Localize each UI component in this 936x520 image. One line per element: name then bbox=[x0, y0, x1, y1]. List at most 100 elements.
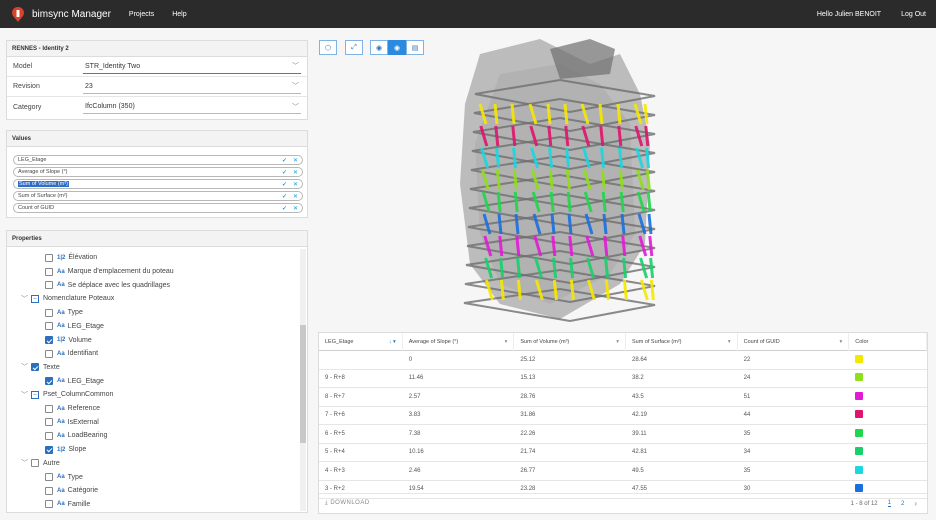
cube-view-button[interactable]: ⬡ bbox=[319, 40, 337, 55]
column-element[interactable] bbox=[499, 257, 505, 279]
chevron-down-icon[interactable]: ﹀ bbox=[21, 294, 31, 304]
table-row[interactable]: 0 25.12 28.64 22 bbox=[319, 351, 927, 370]
checkbox[interactable] bbox=[45, 267, 53, 276]
chevron-down-icon[interactable]: ﹀ bbox=[21, 362, 31, 372]
column-element[interactable] bbox=[516, 279, 522, 301]
checkbox[interactable] bbox=[45, 377, 53, 386]
column-element[interactable] bbox=[621, 235, 627, 257]
column-element[interactable] bbox=[649, 257, 655, 279]
model-select[interactable]: STR_Identity Two ﹀ bbox=[83, 60, 301, 74]
nav-help[interactable]: Help bbox=[172, 11, 186, 18]
property-item[interactable]: Aa Type bbox=[7, 470, 83, 484]
column-element[interactable] bbox=[649, 279, 655, 301]
column-element[interactable] bbox=[619, 191, 625, 213]
color-swatch[interactable] bbox=[855, 465, 864, 474]
property-item[interactable]: Aa Se déplace avec les quadrillages bbox=[7, 278, 170, 292]
checkbox[interactable] bbox=[45, 500, 53, 509]
column-element[interactable] bbox=[548, 147, 554, 169]
table-row[interactable]: 9 - R+8 11.46 15.13 38.2 24 bbox=[319, 370, 927, 388]
checkbox[interactable] bbox=[45, 445, 53, 454]
column-element[interactable] bbox=[645, 169, 651, 191]
checkbox[interactable] bbox=[45, 336, 53, 345]
column-header[interactable]: Color bbox=[849, 332, 927, 351]
fullscreen-button[interactable]: ⤢ bbox=[345, 40, 363, 55]
checkbox[interactable] bbox=[31, 363, 39, 372]
checkbox[interactable] bbox=[31, 459, 39, 468]
column-element[interactable] bbox=[497, 213, 503, 235]
column-element[interactable] bbox=[552, 279, 558, 301]
column-element[interactable] bbox=[565, 147, 571, 169]
color-swatch[interactable] bbox=[855, 410, 864, 419]
checkbox[interactable] bbox=[45, 418, 53, 427]
check-icon[interactable]: ✓ bbox=[282, 157, 287, 164]
filter-icon[interactable]: ▾ bbox=[839, 339, 842, 345]
column-element[interactable] bbox=[495, 147, 501, 169]
property-item[interactable]: Aa LEG_Etage bbox=[7, 320, 104, 334]
chevron-down-icon[interactable]: ﹀ bbox=[21, 390, 31, 400]
app-brand[interactable]: bimsync Manager bbox=[32, 9, 111, 20]
column-element[interactable] bbox=[515, 235, 521, 257]
scrollbar-thumb[interactable] bbox=[300, 325, 306, 443]
property-group[interactable]: ﹀ – Pset_ColumnCommon bbox=[7, 388, 113, 402]
column-element[interactable] bbox=[617, 125, 623, 147]
column-element[interactable] bbox=[568, 235, 574, 257]
column-element[interactable] bbox=[547, 125, 553, 147]
column-element[interactable] bbox=[620, 213, 626, 235]
partial-checkbox-icon[interactable]: – bbox=[31, 294, 39, 303]
column-element[interactable] bbox=[516, 257, 522, 279]
column-element[interactable] bbox=[548, 169, 554, 191]
column-element[interactable] bbox=[645, 147, 651, 169]
color-swatch[interactable] bbox=[855, 373, 864, 382]
column-element[interactable] bbox=[644, 125, 650, 147]
table-row[interactable]: 5 - R+4 10.16 21.74 42.81 34 bbox=[319, 444, 927, 462]
property-item[interactable]: 1|2 Élévation bbox=[7, 251, 97, 265]
checkbox[interactable] bbox=[45, 253, 53, 262]
checkbox[interactable] bbox=[45, 322, 53, 331]
property-item[interactable]: 1|2 Slope bbox=[7, 443, 86, 457]
column-header[interactable]: LEG_Etage ↓ ▾ bbox=[319, 332, 403, 351]
column-header[interactable]: Average of Slope (°) ▾ bbox=[403, 332, 515, 351]
column-element[interactable] bbox=[499, 279, 505, 301]
column-element[interactable] bbox=[566, 191, 572, 213]
close-icon[interactable]: ✕ bbox=[293, 157, 298, 164]
column-element[interactable] bbox=[602, 213, 608, 235]
color-swatch[interactable] bbox=[855, 428, 864, 437]
property-group[interactable]: ﹀ Texte bbox=[7, 361, 60, 375]
check-icon[interactable]: ✓ bbox=[282, 205, 287, 212]
column-element[interactable] bbox=[599, 125, 605, 147]
property-item[interactable]: Aa IsExternal bbox=[7, 415, 99, 429]
column-element[interactable] bbox=[622, 279, 628, 301]
column-element[interactable] bbox=[565, 169, 571, 191]
property-item[interactable]: 1|2 Volume bbox=[7, 333, 92, 347]
column-header[interactable]: Count of GUID ▾ bbox=[738, 332, 850, 351]
column-element[interactable] bbox=[549, 191, 555, 213]
color-swatch[interactable] bbox=[855, 391, 864, 400]
sort-filter-icons[interactable]: ↓ ▾ bbox=[389, 339, 396, 345]
revision-select[interactable]: 23 ﹀ bbox=[83, 80, 301, 94]
column-element[interactable] bbox=[600, 147, 606, 169]
table-row[interactable]: 8 - R+7 2.57 28.76 43.5 51 bbox=[319, 388, 927, 407]
property-group[interactable]: ﹀ – Nomenclature Poteaux bbox=[7, 292, 114, 306]
column-element[interactable] bbox=[604, 257, 610, 279]
column-element[interactable] bbox=[567, 213, 573, 235]
table-row[interactable]: 4 - R+3 2.46 26.77 49.5 35 bbox=[319, 462, 927, 481]
property-item[interactable]: Aa Type bbox=[7, 306, 83, 320]
column-element[interactable] bbox=[618, 147, 624, 169]
filter-icon[interactable]: ▾ bbox=[505, 339, 508, 345]
column-element[interactable] bbox=[511, 125, 517, 147]
column-element[interactable] bbox=[513, 191, 519, 213]
column-element[interactable] bbox=[647, 213, 653, 235]
category-select[interactable]: IfcColumn (350) ﹀ bbox=[83, 100, 301, 114]
column-element[interactable] bbox=[514, 213, 520, 235]
column-element[interactable] bbox=[563, 103, 569, 125]
column-element[interactable] bbox=[512, 169, 518, 191]
download-button[interactable]: ⤓ DOWNLOAD bbox=[325, 500, 370, 507]
checkbox[interactable] bbox=[45, 473, 53, 482]
logout-link[interactable]: Log Out bbox=[901, 11, 926, 18]
column-element[interactable] bbox=[598, 103, 604, 125]
column-element[interactable] bbox=[648, 235, 654, 257]
property-item[interactable]: Aa Catégorie bbox=[7, 484, 98, 498]
color-swatch[interactable] bbox=[855, 354, 864, 363]
bim-3d-viewer[interactable] bbox=[440, 34, 770, 332]
page-1-link[interactable]: 1 bbox=[887, 500, 891, 507]
